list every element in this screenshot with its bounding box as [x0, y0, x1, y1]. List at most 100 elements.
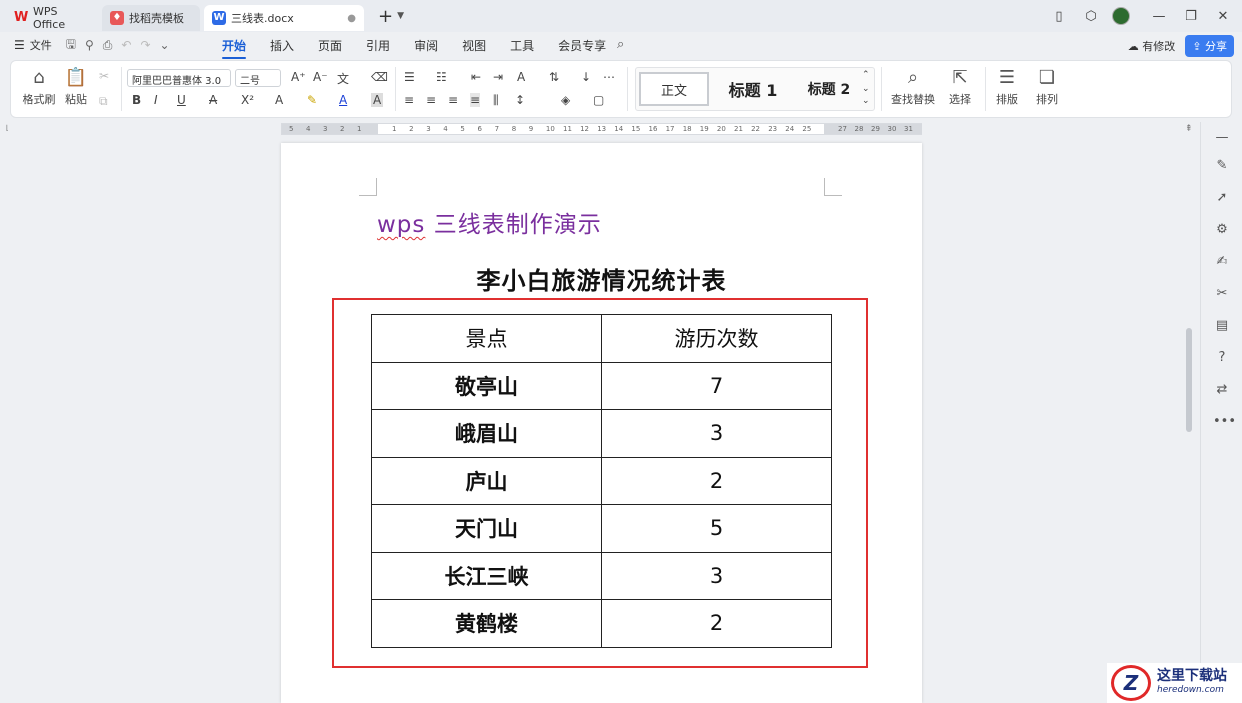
undo-icon[interactable]: ↶ [121, 38, 131, 52]
select-button[interactable]: ⇱ 选择 [943, 67, 977, 107]
font-color-icon[interactable]: A [339, 93, 347, 107]
restore-icon[interactable]: ❐ [1178, 9, 1204, 24]
align-left-icon[interactable]: ≡ [404, 93, 414, 107]
phonetic-icon[interactable]: 文 [337, 70, 349, 87]
table-cell-count[interactable]: 7 [601, 361, 832, 410]
numbered-list-icon[interactable]: ☷ [436, 70, 447, 84]
tab-start[interactable]: 开始 [222, 37, 247, 59]
search-icon[interactable]: ⌕ [617, 37, 624, 52]
superscript-icon[interactable]: X² [241, 93, 254, 107]
char-shading-icon[interactable]: A [371, 93, 384, 107]
close-icon[interactable]: ✕ [1210, 9, 1236, 24]
show-marks-icon[interactable]: ⋯ [603, 70, 615, 84]
align-center-icon[interactable]: ≡ [426, 93, 436, 107]
pen-icon[interactable]: ✎ [1213, 158, 1231, 176]
tab-review[interactable]: 审阅 [414, 37, 438, 54]
table-cell-place[interactable]: 敬亭山 [371, 361, 602, 410]
redo-icon[interactable]: ↷ [140, 38, 150, 52]
shading-icon[interactable]: ◈ [561, 93, 570, 107]
style-heading-2[interactable]: 标题 2 [794, 72, 864, 106]
table-cell-place[interactable]: 长江三峡 [371, 551, 602, 600]
book-icon[interactable]: ▤ [1213, 318, 1231, 336]
link-icon[interactable]: ⚲ [85, 38, 94, 52]
table-cell-count[interactable]: 3 [601, 551, 832, 600]
tab-document[interactable]: W 三线表.docx ● [204, 5, 364, 31]
chevron-down-icon[interactable]: ▼ [397, 11, 404, 21]
format-painter-button[interactable]: ⌂ 格式刷 [21, 67, 57, 107]
spellcheck-word[interactable]: wps [377, 212, 425, 238]
chevron-up-icon[interactable]: ⌃ [862, 70, 870, 80]
table-cell-count[interactable]: 5 [601, 504, 832, 553]
align-right-icon[interactable]: ≡ [448, 93, 458, 107]
header-cell-place[interactable]: 景点 [371, 314, 602, 363]
cube-icon[interactable]: ⬡ [1078, 9, 1104, 24]
tools-icon[interactable]: ✂ [1213, 286, 1231, 304]
bullet-list-icon[interactable]: ☰ [404, 70, 415, 84]
arrange-button[interactable]: ❏ 排列 [1031, 67, 1063, 107]
tab-references[interactable]: 引用 [366, 37, 390, 54]
increase-indent-icon[interactable]: ⇥ [493, 70, 503, 84]
decrease-indent-icon[interactable]: ⇤ [471, 70, 481, 84]
tab-tools[interactable]: 工具 [510, 37, 534, 54]
table-cell-place[interactable]: 峨眉山 [371, 409, 602, 458]
more-chevron-icon[interactable]: ⌄ [160, 38, 170, 52]
vertical-scrollbar[interactable] [1186, 328, 1192, 432]
table-cell-count[interactable]: 3 [601, 409, 832, 458]
table-cell-count[interactable]: 2 [601, 599, 832, 648]
tab-daoke-templates[interactable]: ♦ 找稻壳模板 [102, 5, 200, 31]
avatar[interactable] [1112, 7, 1130, 25]
layout-button[interactable]: ☰ 排版 [991, 67, 1023, 107]
tab-wps-office[interactable]: W WPS Office [6, 5, 98, 31]
ruler-toggle-icon[interactable]: ⇞ [1185, 124, 1193, 134]
font-name-select[interactable]: 阿里巴巴普惠体 3.0 [127, 69, 231, 87]
chevron-down-icon[interactable]: ⌄ [862, 84, 870, 94]
tab-member[interactable]: 会员专享 [558, 37, 606, 54]
sync-icon[interactable]: ⇄ [1213, 382, 1231, 400]
font-size-select[interactable]: 二号 [235, 69, 281, 87]
table-title[interactable]: 李小白旅游情况统计表 [281, 261, 922, 296]
justify-icon[interactable]: ≡ [470, 93, 481, 107]
sliders-icon[interactable]: ⚙ [1213, 222, 1231, 240]
data-table[interactable]: 景点 游历次数 敬亭山 7 峨眉山 3 庐山 2 天门山 5 长江三峡 3 黄鹤楼 2 [371, 314, 832, 648]
distribute-icon[interactable]: ⫼ [493, 93, 499, 108]
modified-status[interactable]: ☁ 有修改 [1128, 38, 1176, 54]
table-cell-place[interactable]: 天门山 [371, 504, 602, 553]
help-icon[interactable]: ? [1213, 350, 1231, 368]
highlight-icon[interactable]: ✎ [307, 93, 317, 107]
new-tab-button[interactable]: + [378, 6, 393, 27]
tab-page[interactable]: 页面 [318, 37, 342, 54]
more-icon[interactable]: ••• [1213, 414, 1236, 432]
document-heading[interactable]: wps 三线表制作演示 [377, 205, 602, 239]
print-preview-icon[interactable]: ⎙ [103, 38, 113, 53]
save-icon[interactable]: 🖫 [66, 35, 76, 56]
table-cell-place[interactable]: 黄鹤楼 [371, 599, 602, 648]
paste-button[interactable]: 📋 粘贴 [61, 67, 91, 107]
document-page[interactable]: wps 三线表制作演示 李小白旅游情况统计表 景点 游历次数 敬亭山 7 峨眉山 3 庐… [281, 143, 922, 703]
bold-icon[interactable]: B [132, 93, 141, 107]
italic-icon[interactable]: I [154, 93, 158, 107]
tab-view[interactable]: 视图 [462, 37, 486, 54]
style-normal[interactable]: 正文 [639, 72, 709, 106]
border-icon[interactable]: ▢ [593, 93, 604, 107]
expand-icon[interactable]: ⌄ [862, 96, 870, 106]
increase-font-icon[interactable]: A⁺ [291, 70, 306, 84]
sort-az-icon[interactable]: ↓ [581, 70, 591, 84]
table-cell-count[interactable]: 2 [601, 456, 832, 505]
find-replace-button[interactable]: ⌕ 查找替换 [887, 67, 939, 107]
pointer-icon[interactable]: ➚ [1213, 190, 1231, 208]
decrease-font-icon[interactable]: A⁻ [313, 70, 328, 84]
cut-icon[interactable]: ✂ [99, 69, 109, 83]
collapse-icon[interactable]: — [1213, 130, 1231, 148]
layout-icon[interactable]: ▯ [1046, 9, 1072, 24]
header-cell-count[interactable]: 游历次数 [601, 314, 832, 363]
tab-stop-icon[interactable]: ⌊ [6, 124, 9, 132]
underline-icon[interactable]: U [177, 93, 186, 107]
clear-format-icon[interactable]: ⌫ [371, 70, 388, 84]
copy-icon[interactable]: ⧉ [99, 94, 108, 109]
tab-insert[interactable]: 插入 [270, 37, 294, 54]
ai-writing-icon[interactable]: ✍ [1213, 254, 1231, 272]
table-cell-place[interactable]: 庐山 [371, 456, 602, 505]
chinese-layout-icon[interactable]: A [517, 70, 525, 84]
style-heading-1[interactable]: 标题 1 [718, 72, 788, 106]
strikethrough-icon[interactable]: A [209, 93, 217, 107]
